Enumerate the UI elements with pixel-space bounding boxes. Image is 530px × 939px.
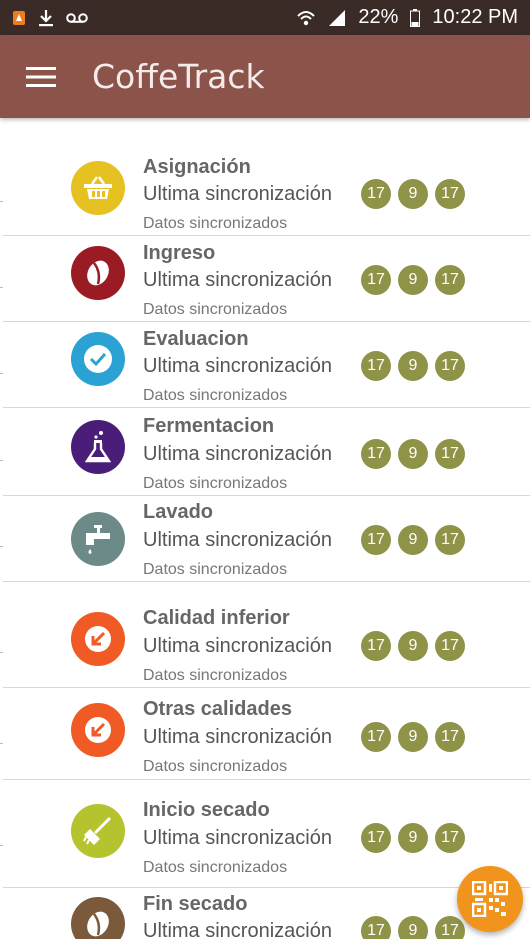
arrow-down-left-icon [71,703,125,757]
row-status: Datos sincronizados [143,475,288,492]
count-badge: 17 [435,722,465,752]
count-badges: 17 9 17 [361,351,465,381]
flask-icon [71,420,125,474]
count-badge: 17 [361,916,391,939]
sync-row[interactable]: Asignación Ultima sincronización Datos sin… [0,118,530,236]
row-title: Calidad inferior [143,607,290,629]
count-badge: 17 [435,265,465,295]
row-title: Lavado [143,501,214,523]
count-badge: 17 [435,631,465,661]
battery-icon [410,8,421,27]
app-bar: CoffeTrack [0,35,530,118]
count-badge: 9 [398,823,428,853]
row-title: Otras calidades [143,698,292,720]
row-title: Asignación [143,156,251,178]
count-badge: 17 [435,439,465,469]
arrow-down-left-icon [71,612,125,666]
wifi-icon [296,9,316,27]
count-badge: 9 [398,265,428,295]
sync-row[interactable]: Otras calidades Ultima sincronización Dato… [0,688,530,780]
app-title: CoffeTrack [92,57,265,96]
row-status: Datos sincronizados [143,758,288,775]
rake-icon [71,804,125,858]
hamburger-menu-icon [26,66,56,87]
menu-button[interactable] [0,35,82,118]
count-badge: 9 [398,916,428,939]
count-badges: 17 9 17 [361,722,465,752]
count-badges: 17 9 17 [361,439,465,469]
count-badges: 17 9 17 [361,631,465,661]
row-subtitle: Ultima sincronización [143,183,332,205]
count-badge: 17 [435,916,465,939]
row-subtitle: Ultima sincronización [143,443,332,465]
count-badges: 17 9 17 [361,916,465,939]
count-badge: 17 [435,179,465,209]
row-subtitle: Ultima sincronización [143,269,332,291]
sync-row[interactable]: Evaluacion Ultima sincronización Datos sin… [0,322,530,408]
count-badge: 9 [398,179,428,209]
count-badge: 17 [361,722,391,752]
count-badge: 17 [361,823,391,853]
sync-row[interactable]: Fin secadoUltima sincronizaciónDatos sin… [0,888,530,939]
row-status: Datos sincronizados [143,301,288,318]
faucet-icon [71,512,125,566]
coffee-bean-icon [71,897,125,939]
check-circle-icon [71,332,125,386]
app-notification-icon [12,10,26,26]
row-title: Evaluacion [143,328,249,350]
qr-code-icon [472,881,508,917]
count-badge: 9 [398,722,428,752]
row-subtitle: Ultima sincronización [143,355,332,377]
row-subtitle: Ultima sincronización [143,920,332,939]
row-title: Fermentacion [143,415,275,437]
signal-icon [328,9,346,27]
voicemail-icon [66,12,88,24]
sync-row[interactable]: Calidad inferior Ultima sincronización Dat… [0,582,530,688]
row-status: Datos sincronizados [143,215,288,232]
sync-row[interactable]: Lavado Ultima sincronización Datos sincron… [0,496,530,582]
row-title: Fin secado [143,893,248,915]
count-badge: 17 [361,179,391,209]
count-badge: 17 [435,823,465,853]
sync-row[interactable]: Fermentacion Ultima sincronización Datos s… [0,408,530,496]
count-badge: 17 [435,351,465,381]
count-badge: 17 [361,631,391,661]
battery-percent: 22% [358,6,399,28]
qr-scan-button[interactable] [457,866,523,932]
count-badge: 9 [398,351,428,381]
row-status: Datos sincronizados [143,561,288,578]
count-badge: 17 [361,525,391,555]
count-badges: 17 9 17 [361,179,465,209]
download-icon [38,9,54,27]
row-subtitle: Ultima sincronización [143,726,332,748]
row-subtitle: Ultima sincronización [143,635,332,657]
count-badge: 17 [361,439,391,469]
count-badge: 17 [361,351,391,381]
count-badge: 17 [361,265,391,295]
row-subtitle: Ultima sincronización [143,529,332,551]
sync-row[interactable]: Ingreso Ultima sincronización Datos sincro… [0,236,530,322]
count-badge: 9 [398,631,428,661]
row-status: Datos sincronizados [143,387,288,404]
clock: 10:22 PM [432,6,518,28]
basket-icon [71,161,125,215]
row-title: Inicio secado [143,799,270,821]
coffee-bean-icon [71,246,125,300]
count-badges: 17 9 17 [361,525,465,555]
count-badge: 9 [398,525,428,555]
row-status: Datos sincronizados [143,667,288,684]
sync-row[interactable]: Inicio secado Ultima sincronización Datos … [0,780,530,888]
count-badge: 9 [398,439,428,469]
count-badges: 17 9 17 [361,265,465,295]
row-status: Datos sincronizados [143,859,288,876]
count-badges: 17 9 17 [361,823,465,853]
count-badge: 17 [435,525,465,555]
status-bar: 22% 10:22 PM [0,0,530,35]
row-title: Ingreso [143,242,216,264]
row-subtitle: Ultima sincronización [143,827,332,849]
